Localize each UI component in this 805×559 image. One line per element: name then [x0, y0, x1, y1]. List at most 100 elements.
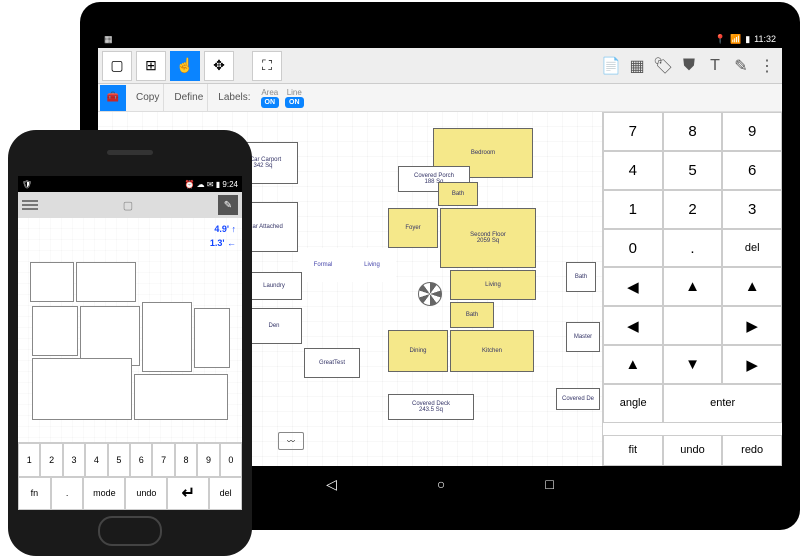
- key-4[interactable]: 4: [603, 151, 663, 190]
- phone-frame: 🛡 ⏰ ☁ ✉ ▮ 9:24 ▢ ✎ 4.9' ↑ 1.3' ← 1 2 3 4…: [8, 130, 252, 556]
- sink-icon: 〰: [278, 432, 304, 450]
- pkey-dot[interactable]: .: [51, 477, 84, 511]
- key-9[interactable]: 9: [722, 112, 782, 151]
- key-right2[interactable]: ▶: [722, 345, 782, 384]
- room[interactable]: Den: [246, 308, 302, 344]
- pkey-5[interactable]: 5: [108, 443, 130, 477]
- room-label: Living: [348, 248, 396, 282]
- key-2[interactable]: 2: [663, 190, 723, 229]
- pkey-2[interactable]: 2: [40, 443, 62, 477]
- grid-table-icon[interactable]: ▦: [626, 55, 648, 77]
- tool-pan[interactable]: ☝: [170, 51, 200, 81]
- key-8[interactable]: 8: [663, 112, 723, 151]
- pkey-9[interactable]: 9: [197, 443, 219, 477]
- pkey-enter[interactable]: ↵: [167, 477, 209, 511]
- pkey-mode[interactable]: mode: [83, 477, 125, 511]
- key-1[interactable]: 1: [603, 190, 663, 229]
- spiral-stair-icon: [418, 282, 442, 306]
- key-down[interactable]: ▲: [603, 345, 663, 384]
- labels-label: Labels:: [214, 84, 254, 111]
- room[interactable]: [32, 306, 78, 356]
- room-label: Formal: [298, 248, 348, 282]
- room[interactable]: Laundry: [246, 272, 302, 300]
- phone-keyboard: 1 2 3 4 5 6 7 8 9 0 fn . mode undo ↵ del: [18, 442, 242, 510]
- key-left[interactable]: ◀: [603, 267, 663, 306]
- overflow-menu-icon[interactable]: ⋮: [756, 55, 778, 77]
- key-fit[interactable]: fit: [603, 435, 663, 466]
- document-icon[interactable]: 📄: [600, 55, 622, 77]
- room[interactable]: [76, 262, 136, 302]
- pkey-6[interactable]: 6: [130, 443, 152, 477]
- key-enter[interactable]: enter: [663, 384, 782, 423]
- tool-select[interactable]: ▢: [102, 51, 132, 81]
- room[interactable]: [30, 262, 74, 302]
- numeric-keypad: 789 456 123 0.del ◀▲▲ ◀▶ ▲▼▶ angleenter …: [602, 112, 782, 466]
- room[interactable]: [32, 358, 132, 420]
- tool-crop[interactable]: ⛶: [252, 51, 282, 81]
- phone-canvas[interactable]: 4.9' ↑ 1.3' ←: [18, 218, 242, 442]
- room[interactable]: Living: [450, 270, 536, 300]
- brush-icon[interactable]: ✎: [730, 55, 752, 77]
- line-label: Line: [287, 88, 302, 97]
- room[interactable]: GreatTest: [304, 348, 360, 378]
- pkey-4[interactable]: 4: [85, 443, 107, 477]
- tablet-toolbar: ▢ ⊞ ☝ ✥ ⛶ 📄 ▦ 🏷 ⛊ T ✎ ⋮: [98, 48, 782, 84]
- key-del[interactable]: del: [722, 229, 782, 268]
- pkey-0[interactable]: 0: [220, 443, 242, 477]
- pkey-fn[interactable]: fn: [18, 477, 51, 511]
- room[interactable]: [80, 306, 140, 366]
- pkey-8[interactable]: 8: [175, 443, 197, 477]
- key-5[interactable]: 5: [663, 151, 723, 190]
- room[interactable]: Bath: [438, 182, 478, 206]
- signal-icon: ▮: [745, 34, 750, 45]
- tool-rotate[interactable]: ✥: [204, 51, 234, 81]
- room[interactable]: Covered Deck243.5 Sq: [388, 394, 474, 420]
- key-down2[interactable]: ▼: [663, 345, 723, 384]
- room[interactable]: Bath: [450, 302, 494, 328]
- tag-icon[interactable]: 🏷: [652, 55, 674, 77]
- tool-grid[interactable]: ⊞: [136, 51, 166, 81]
- stamp-icon[interactable]: ⛊: [678, 55, 700, 77]
- key-right[interactable]: ▶: [722, 306, 782, 345]
- room[interactable]: Bath: [566, 262, 596, 292]
- line-toggle[interactable]: ON: [285, 97, 304, 108]
- hamburger-menu-icon[interactable]: [22, 200, 38, 210]
- room[interactable]: Dining: [388, 330, 448, 372]
- measurement-overlay: 4.9' ↑ 1.3' ←: [210, 222, 236, 250]
- pkey-undo[interactable]: undo: [125, 477, 167, 511]
- nav-recent-icon[interactable]: □: [545, 476, 553, 492]
- pkey-del[interactable]: del: [209, 477, 242, 511]
- key-0[interactable]: 0: [603, 229, 663, 268]
- key-up[interactable]: ▲: [663, 267, 723, 306]
- room[interactable]: Master: [566, 322, 600, 352]
- key-left2[interactable]: ◀: [603, 306, 663, 345]
- pkey-7[interactable]: 7: [152, 443, 174, 477]
- room[interactable]: Second Floor2059 Sq: [440, 208, 536, 268]
- key-up2[interactable]: ▲: [722, 267, 782, 306]
- key-dot[interactable]: .: [663, 229, 723, 268]
- pkey-1[interactable]: 1: [18, 443, 40, 477]
- room[interactable]: [134, 374, 228, 420]
- key-6[interactable]: 6: [722, 151, 782, 190]
- pencil-icon[interactable]: ✎: [218, 195, 238, 215]
- tab-toolbox[interactable]: 🧰: [100, 85, 126, 111]
- room[interactable]: Foyer: [388, 208, 438, 248]
- copy-tab[interactable]: Copy: [132, 84, 164, 111]
- area-toggle[interactable]: ON: [261, 97, 280, 108]
- tool-box-icon[interactable]: ▢: [123, 199, 133, 212]
- room[interactable]: Kitchen: [450, 330, 534, 372]
- key-angle[interactable]: angle: [603, 384, 663, 423]
- nav-back-icon[interactable]: ◁: [326, 476, 337, 493]
- key-3[interactable]: 3: [722, 190, 782, 229]
- nav-home-icon[interactable]: ○: [437, 476, 445, 492]
- room[interactable]: Covered De: [556, 388, 600, 410]
- key-7[interactable]: 7: [603, 112, 663, 151]
- room[interactable]: [142, 302, 192, 372]
- room[interactable]: [194, 308, 230, 368]
- key-redo[interactable]: redo: [722, 435, 782, 466]
- text-icon[interactable]: T: [704, 55, 726, 77]
- key-undo[interactable]: undo: [663, 435, 723, 466]
- define-tab[interactable]: Define: [170, 84, 208, 111]
- key-center[interactable]: [663, 306, 723, 345]
- pkey-3[interactable]: 3: [63, 443, 85, 477]
